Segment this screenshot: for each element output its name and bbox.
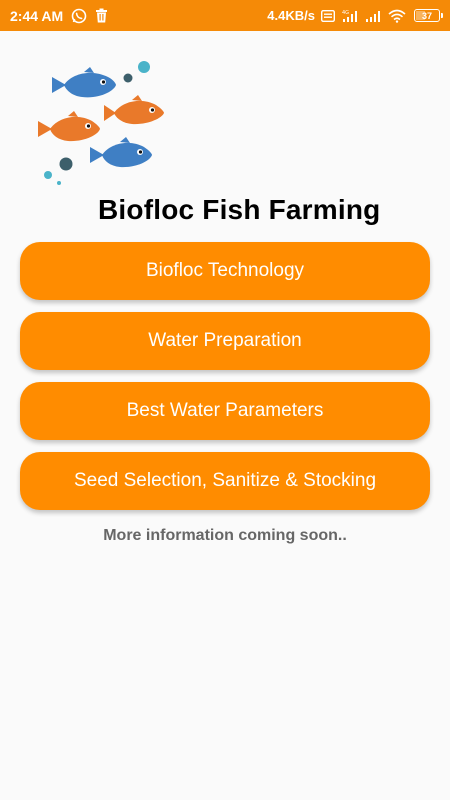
bubble	[59, 157, 73, 171]
fish-logo	[30, 55, 170, 190]
wifi-icon	[388, 9, 406, 23]
best-water-parameters-button[interactable]: Best Water Parameters	[20, 382, 430, 440]
fish-blue-bottom	[90, 137, 152, 168]
coming-soon-note: More information coming soon..	[103, 527, 347, 544]
fish-orange-right	[104, 95, 164, 125]
fish-blue-top	[52, 67, 116, 98]
status-time: 2:44 AM	[10, 7, 64, 24]
signal-4g-icon: 4G	[341, 9, 359, 23]
app-title: Biofloc Fish Farming	[98, 194, 381, 225]
network-speed: 4.4KB/s	[267, 8, 315, 23]
bubble	[123, 73, 133, 83]
volte-icon	[321, 9, 335, 22]
status-bar: 2:44 AM 4.4KB/s 4G 37	[0, 0, 450, 31]
battery-level: 37	[421, 10, 432, 21]
water-preparation-button[interactable]: Water Preparation	[20, 312, 430, 370]
seed-selection-button[interactable]: Seed Selection, Sanitize & Stocking	[20, 452, 430, 510]
biofloc-technology-button[interactable]: Biofloc Technology	[20, 242, 430, 300]
trash-icon	[95, 8, 108, 23]
fish-orange-left	[38, 111, 100, 142]
bubble	[138, 61, 150, 73]
whatsapp-icon	[71, 8, 87, 24]
bubble	[57, 181, 61, 185]
bubble	[44, 171, 52, 179]
signal-icon	[365, 9, 382, 23]
battery-icon: 37	[414, 9, 443, 22]
svg-text:4G: 4G	[342, 10, 349, 16]
